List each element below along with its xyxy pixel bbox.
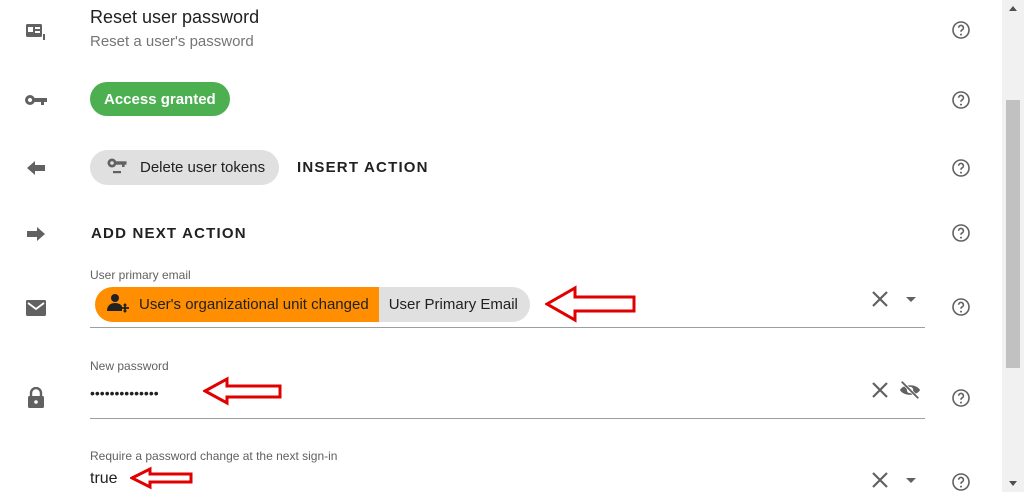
help-icon[interactable]: [951, 297, 971, 317]
require-select-value[interactable]: true: [90, 470, 118, 488]
clear-icon[interactable]: [869, 379, 891, 401]
annotation-arrow: [130, 466, 193, 490]
help-icon[interactable]: [951, 223, 971, 243]
password-field-underline: [90, 418, 925, 419]
chevron-down-icon[interactable]: [900, 288, 922, 310]
clear-icon[interactable]: [869, 469, 891, 491]
password-field-label: New password: [90, 359, 169, 373]
user-move-icon: [107, 293, 129, 317]
action-subtitle: Reset a user's password: [90, 33, 254, 50]
add-next-action-button[interactable]: ADD NEXT ACTION: [91, 225, 247, 242]
email-field-underline: [90, 327, 925, 328]
visibility-off-icon[interactable]: [899, 379, 921, 401]
access-granted-chip[interactable]: Access granted: [90, 82, 230, 116]
help-icon[interactable]: [951, 158, 971, 178]
chevron-down-icon[interactable]: [900, 469, 922, 491]
scroll-down-icon[interactable]: [1008, 480, 1018, 488]
annotation-arrow: [203, 376, 282, 406]
help-icon[interactable]: [951, 472, 971, 492]
help-icon[interactable]: [951, 388, 971, 408]
chip-label: Delete user tokens: [140, 159, 266, 176]
arrow-right-icon: [24, 222, 48, 246]
email-value-chip[interactable]: User's organizational unit changed User …: [95, 287, 530, 322]
value-label: User Primary Email: [388, 296, 518, 313]
scrollbar-thumb[interactable]: [1006, 100, 1020, 368]
trigger-label: User's organizational unit changed: [139, 296, 369, 313]
vertical-scrollbar[interactable]: [1002, 0, 1024, 492]
clear-icon[interactable]: [869, 288, 891, 310]
help-icon[interactable]: [951, 20, 971, 40]
help-icon[interactable]: [951, 90, 971, 110]
admin-card-icon: [24, 20, 48, 44]
key-minus-icon: [106, 157, 130, 179]
arrow-left-icon: [24, 156, 48, 180]
password-input[interactable]: ••••••••••••••: [90, 385, 159, 401]
email-field-label: User primary email: [90, 268, 191, 282]
require-field-label: Require a password change at the next si…: [90, 449, 338, 463]
value-segment: User Primary Email: [378, 287, 530, 322]
trigger-segment: User's organizational unit changed: [95, 287, 379, 322]
scroll-up-icon[interactable]: [1008, 4, 1018, 12]
lock-icon: [24, 386, 48, 410]
annotation-arrow: [545, 285, 636, 323]
insert-action-button[interactable]: INSERT ACTION: [297, 159, 429, 176]
email-icon: [24, 296, 48, 320]
action-title: Reset user password: [90, 7, 260, 27]
delete-user-tokens-chip[interactable]: Delete user tokens: [90, 150, 280, 185]
key-icon: [24, 88, 48, 112]
